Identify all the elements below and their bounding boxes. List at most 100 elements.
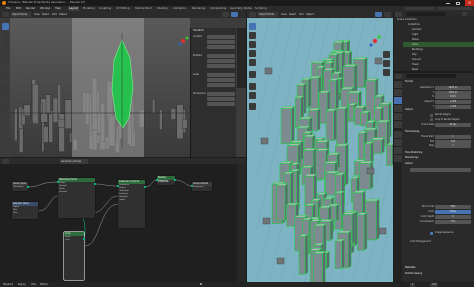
timeline-keying[interactable]: Keying (18, 282, 26, 287)
particles-tab-icon[interactable] (394, 147, 402, 154)
scale-icon[interactable] (249, 59, 256, 66)
select-box-icon[interactable] (2, 23, 9, 30)
editor-type-icon[interactable] (2, 158, 9, 164)
node-group-input[interactable]: Group Input Geometry (12, 182, 28, 191)
transform-panel-title[interactable]: Transform (193, 29, 204, 34)
socket-instances-icon[interactable] (144, 186, 146, 188)
node-instance-on-points[interactable]: Instance on Points Instances Points Sele… (118, 180, 145, 228)
file-format-dropdown[interactable]: PNG (435, 205, 471, 209)
filter-icon[interactable] (462, 12, 467, 16)
move-icon[interactable] (2, 41, 9, 48)
frame-step-field[interactable]: 1 (435, 144, 471, 148)
outliner-item[interactable]: Road (403, 67, 474, 72)
physics-tab-icon[interactable] (394, 155, 402, 162)
output-path-field[interactable] (410, 168, 471, 172)
image-sequence-checkbox[interactable] (430, 231, 433, 235)
navigation-gizmo-icon[interactable] (176, 34, 190, 48)
scale-icon[interactable] (2, 59, 9, 66)
rotation-y-field[interactable] (207, 59, 235, 63)
rotation-z-field[interactable] (207, 64, 235, 68)
annotate-icon[interactable] (2, 83, 9, 90)
shading-solid-icon[interactable] (222, 12, 229, 17)
menu-select[interactable]: Select (289, 12, 296, 17)
scene-tab-icon[interactable] (394, 113, 402, 120)
maximize-icon[interactable] (456, 1, 460, 5)
socket-geometry-icon[interactable] (27, 186, 29, 188)
node-cube[interactable]: Cube Mesh Size (64, 232, 84, 280)
socket-geometry-icon[interactable] (156, 179, 158, 181)
render-tab-icon[interactable] (394, 89, 402, 96)
node-distribute-points[interactable]: Distribute Points Points Normal Mesh Den… (58, 178, 95, 218)
tool-tab-icon[interactable] (394, 81, 402, 88)
socket-mesh-icon[interactable] (83, 238, 85, 240)
menu-object[interactable]: Object (306, 12, 314, 17)
rotate-icon[interactable] (2, 50, 9, 57)
section-post-processing[interactable]: Post Processing (405, 272, 422, 276)
rotate-icon[interactable] (249, 50, 256, 57)
menu-view[interactable]: View (34, 12, 40, 17)
viewport-right[interactable]: Object Mode View Select Add Object (247, 11, 393, 282)
color-depth-field[interactable]: 8 (435, 215, 471, 219)
socket-geometry-icon[interactable] (174, 179, 176, 181)
location-z-field[interactable] (207, 45, 235, 49)
viewport-left[interactable]: Object Mode View Select Add Object Trans… (0, 11, 246, 157)
node-tree-name[interactable]: Geometry Nodes (60, 158, 88, 164)
scale-y-field[interactable] (207, 78, 235, 82)
measure-icon[interactable] (2, 92, 9, 99)
shading-solid-icon[interactable] (375, 12, 382, 17)
scene-selector-icon[interactable] (405, 7, 435, 10)
resolution-x-field[interactable]: 1920 px (435, 86, 471, 90)
color-mode-field[interactable]: RGBA (435, 210, 471, 214)
rotation-x-field[interactable] (207, 54, 235, 58)
socket-geometry-icon[interactable] (191, 185, 193, 187)
play-icon[interactable] (200, 283, 203, 285)
section-time-stretching[interactable]: Time Stretching (405, 151, 422, 155)
cursor-icon[interactable] (249, 32, 256, 39)
location-y-field[interactable] (207, 40, 235, 44)
cursor-icon[interactable] (2, 32, 9, 39)
sidebar-tabs[interactable] (237, 28, 246, 88)
select-box-icon[interactable] (249, 23, 256, 30)
object-tab-icon[interactable] (394, 131, 402, 138)
section-stereoscopy[interactable]: Stereoscopy (405, 156, 419, 160)
editor-type-icon[interactable] (249, 12, 256, 17)
aspect-x-field[interactable]: 1.000 (435, 100, 471, 104)
scale-z-field[interactable] (207, 83, 235, 87)
frame-end-field[interactable]: 250 (435, 139, 471, 144)
add-cube-icon[interactable] (2, 103, 9, 110)
frame-start-display[interactable]: 1 (410, 282, 416, 287)
menu-add[interactable]: Add (299, 12, 304, 17)
section-format-title[interactable]: Format (405, 80, 413, 84)
dimensions-y-field[interactable] (207, 97, 235, 101)
node-realize-instances[interactable]: Realize Instances Geometry (157, 176, 175, 185)
menu-object[interactable]: Object (59, 12, 67, 17)
menu-view[interactable]: View (281, 12, 287, 17)
world-tab-icon[interactable] (394, 121, 402, 128)
aspect-y-field[interactable]: 1.000 (435, 104, 471, 109)
compression-field[interactable]: 15% (435, 220, 471, 224)
scale-x-field[interactable] (207, 73, 235, 77)
timeline-playback[interactable]: Playback (3, 282, 13, 287)
output-tab-icon[interactable] (394, 97, 402, 104)
timeline-marker[interactable]: Marker (40, 282, 48, 287)
navigation-gizmo-icon[interactable] (367, 33, 383, 49)
dimensions-x-field[interactable] (207, 92, 235, 96)
menu-add[interactable]: Add (52, 12, 57, 17)
view-layer-tab-icon[interactable] (394, 105, 402, 112)
transform-icon[interactable] (249, 71, 256, 78)
resolution-y-field[interactable]: 1080 px (435, 90, 471, 95)
resolution-percent-field[interactable]: 100% (435, 95, 471, 99)
editor-type-icon[interactable] (2, 12, 9, 17)
section-metadata[interactable]: Metadata (405, 266, 415, 270)
section-output[interactable]: Output (405, 162, 413, 166)
mode-dropdown[interactable]: Object Mode (258, 12, 278, 17)
editor-type-icon[interactable] (395, 73, 402, 79)
move-icon[interactable] (249, 41, 256, 48)
add-cube-icon[interactable] (249, 103, 256, 110)
node-editor[interactable]: Geometry Nodes Group Input Geometry Dist… (0, 158, 246, 282)
crop-region-checkbox[interactable] (430, 118, 433, 121)
mode-dropdown[interactable]: Object Mode (11, 12, 31, 17)
node-random-value[interactable]: Random Value Value Min Max (12, 202, 38, 219)
frame-end-display[interactable]: 250 (430, 282, 439, 287)
dimensions-z-field[interactable] (207, 102, 235, 106)
